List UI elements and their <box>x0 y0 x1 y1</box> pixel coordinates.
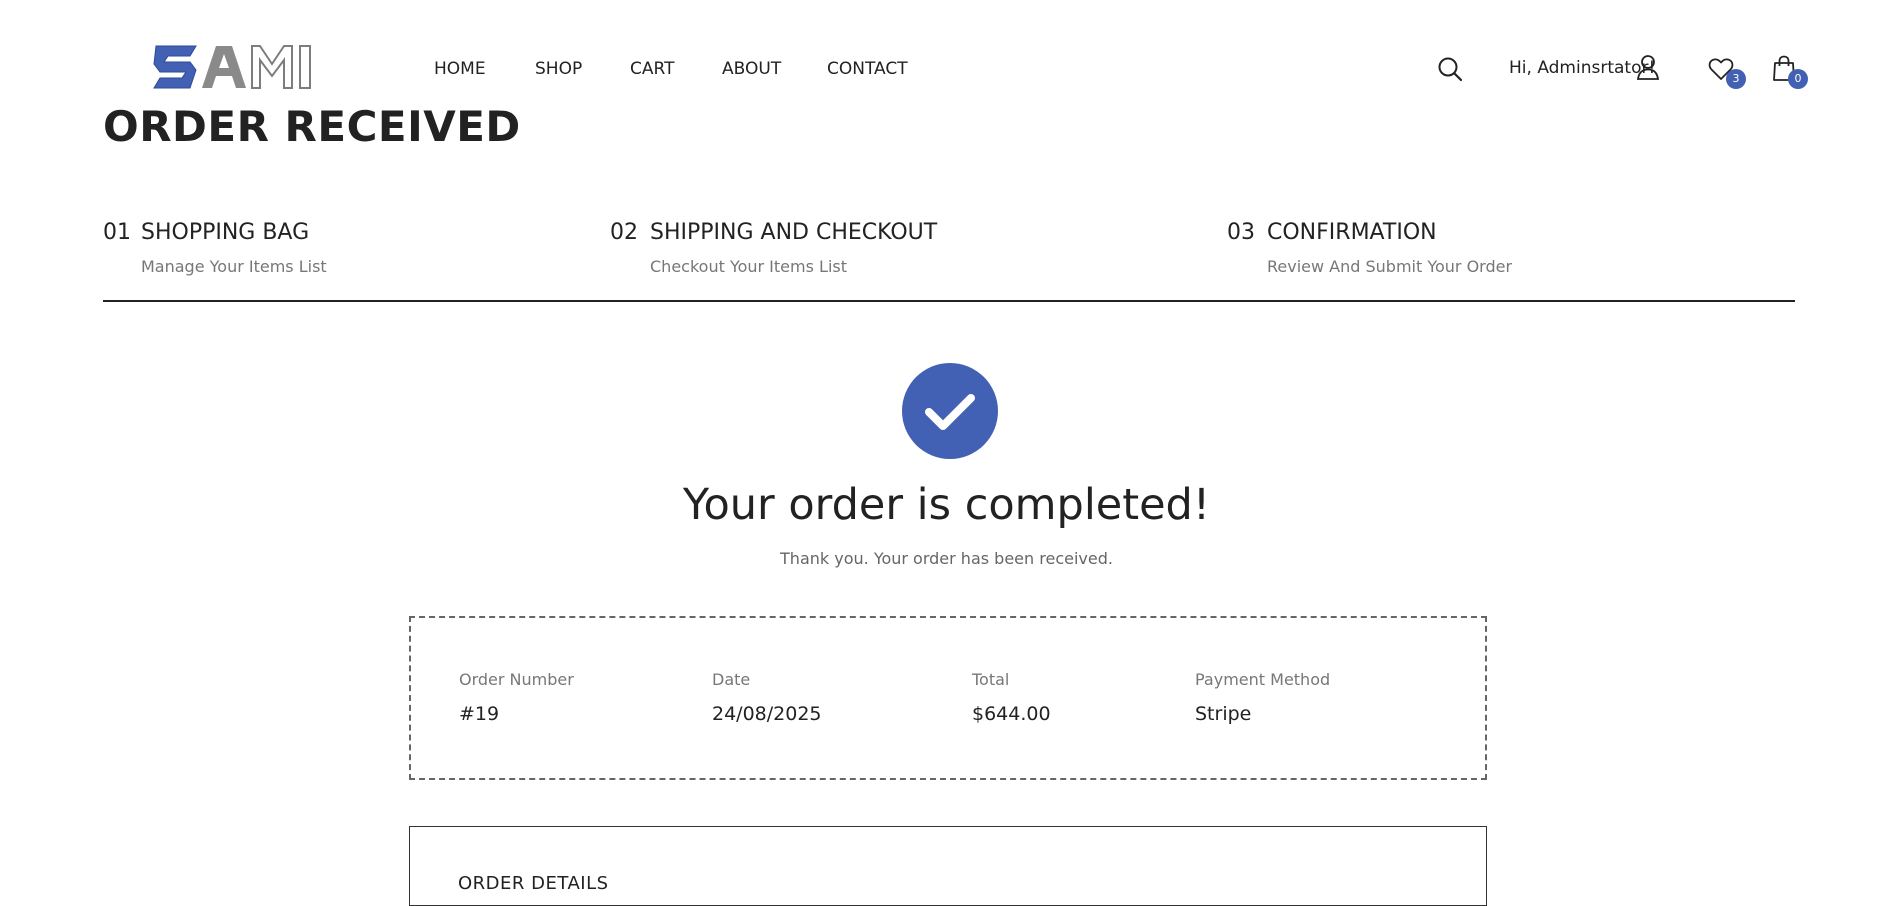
step-subtitle: Checkout Your Items List <box>650 257 847 276</box>
payment-method-label: Payment Method <box>1195 670 1331 689</box>
user-icon[interactable] <box>1636 54 1660 80</box>
steps-divider <box>103 300 1795 302</box>
order-total-value: $644.00 <box>972 703 1051 725</box>
cart-count-badge: 0 <box>1788 69 1808 89</box>
order-number-label: Order Number <box>459 670 574 689</box>
order-date-field: Date 24/08/2025 <box>712 670 822 725</box>
nav-contact[interactable]: CONTACT <box>827 59 908 79</box>
order-total-label: Total <box>972 670 1010 689</box>
search-icon[interactable] <box>1437 56 1463 82</box>
order-number-value: #19 <box>459 703 500 725</box>
order-summary-box: Order Number #19 Date 24/08/2025 Total $… <box>409 616 1487 780</box>
step-title: CONFIRMATION <box>1267 220 1437 245</box>
nav-shop[interactable]: SHOP <box>535 59 582 79</box>
order-complete-heading: Your order is completed! <box>682 480 1211 530</box>
order-complete-message: Thank you. Your order has been received. <box>780 549 1113 568</box>
order-date-value: 24/08/2025 <box>712 703 822 725</box>
page-title: ORDER RECEIVED <box>103 102 521 151</box>
order-total-field: Total $644.00 <box>972 670 1051 725</box>
step-subtitle: Review And Submit Your Order <box>1267 257 1513 276</box>
order-date-label: Date <box>712 670 751 689</box>
order-number-field: Order Number #19 <box>459 670 574 725</box>
site-logo[interactable] <box>150 42 320 92</box>
user-greeting[interactable]: Hi, Adminsrtator! <box>1509 58 1655 78</box>
nav-cart[interactable]: CART <box>630 59 674 79</box>
step-number: 03 <box>1227 220 1255 245</box>
step-subtitle: Manage Your Items List <box>141 257 327 276</box>
step-title: SHIPPING AND CHECKOUT <box>650 220 938 245</box>
step-number: 02 <box>610 220 638 245</box>
payment-method-value: Stripe <box>1195 703 1252 725</box>
success-check-icon <box>902 363 998 459</box>
nav-about[interactable]: ABOUT <box>722 59 781 79</box>
nav-home[interactable]: HOME <box>434 59 486 79</box>
step-number: 01 <box>103 220 131 245</box>
order-details-panel: ORDER DETAILS <box>409 826 1487 906</box>
payment-method-field: Payment Method Stripe <box>1195 670 1330 725</box>
wishlist-count-badge: 3 <box>1726 69 1746 89</box>
order-details-heading: ORDER DETAILS <box>458 873 609 894</box>
step-title: SHOPPING BAG <box>141 220 310 245</box>
